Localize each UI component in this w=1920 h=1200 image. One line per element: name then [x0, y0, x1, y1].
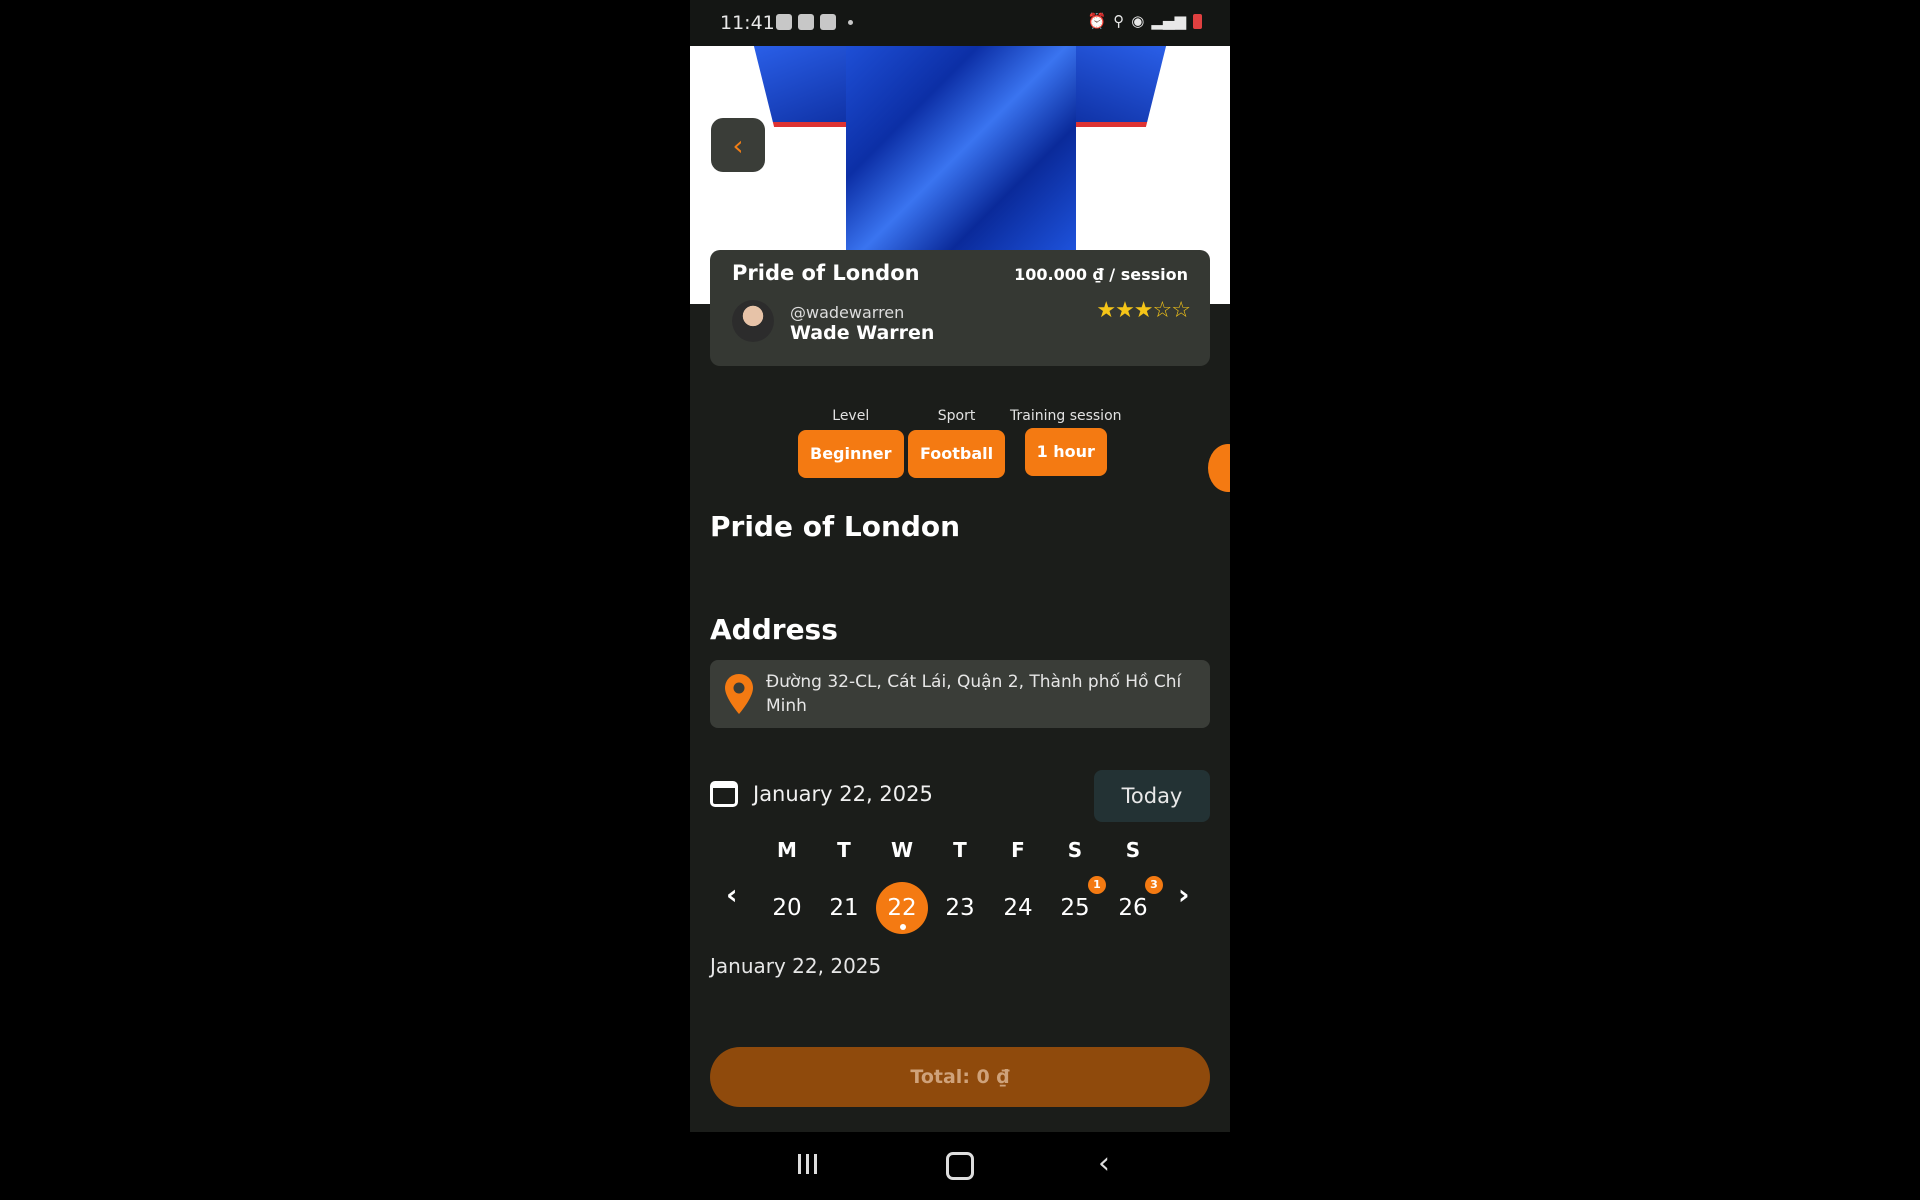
status-bar: 11:41 ⏰ ⚲ ◉ ▂▄▆: [690, 0, 1230, 46]
weekday-label: M: [777, 838, 797, 862]
weekday-label: F: [1011, 838, 1025, 862]
training-session-value[interactable]: 1 hour: [1024, 428, 1107, 476]
day-number: 24: [1003, 895, 1033, 921]
jersey-image: [846, 46, 1076, 258]
star-filled-icon: ★: [1115, 298, 1135, 323]
recent-apps-icon: [806, 1154, 809, 1174]
recent-apps-icon: [798, 1154, 801, 1174]
system-navigation-bar: ‹: [690, 1132, 1230, 1200]
weekday-label: S: [1125, 838, 1141, 862]
chevron-left-icon: ‹: [726, 878, 738, 911]
location-icon: ⚲: [1113, 12, 1125, 30]
battery-low-icon: [1193, 13, 1202, 29]
today-button[interactable]: Today: [1094, 770, 1210, 822]
selected-date: January 22, 2025: [710, 954, 882, 978]
star-filled-icon: ★: [1133, 298, 1154, 323]
system-icons: ⏰ ⚲ ◉ ▂▄▆: [1088, 12, 1202, 30]
address-text: Đường 32-CL, Cát Lái, Quận 2, Thành phố …: [766, 672, 1182, 716]
notification-icon: [776, 14, 792, 30]
alarm-icon: ⏰: [1087, 12, 1107, 30]
day-number: 25: [1060, 895, 1090, 921]
status-time: 11:41: [720, 12, 775, 34]
selected-indicator-dot: [900, 924, 906, 930]
back-button[interactable]: ‹: [711, 118, 765, 172]
current-date: January 22, 2025: [753, 782, 933, 806]
event-count-badge: 3: [1145, 876, 1163, 894]
next-week-button[interactable]: ›: [1178, 878, 1190, 911]
recent-apps-icon: [814, 1154, 817, 1174]
star-empty-icon: ☆: [1152, 298, 1173, 323]
day-number: 22: [887, 895, 917, 921]
sport-tag: Sport Football: [908, 408, 1006, 478]
notification-icon: [820, 14, 836, 30]
hotspot-icon: ◉: [1131, 12, 1145, 30]
price-per-session: 100.000 ₫ / session: [1014, 265, 1188, 284]
level-tag: Level Beginner: [798, 408, 904, 478]
address-title: Address: [710, 613, 838, 646]
weekday-label: T: [837, 838, 851, 862]
total-book-button[interactable]: Total: 0 ₫: [710, 1047, 1210, 1107]
avatar[interactable]: [732, 300, 774, 342]
previous-week-button[interactable]: ‹: [726, 878, 738, 911]
coach-name: Wade Warren: [790, 322, 935, 344]
weekday-label: T: [953, 838, 967, 862]
course-title: Pride of London: [732, 261, 920, 285]
calendar-icon[interactable]: [710, 781, 738, 807]
notification-icon: [798, 14, 814, 30]
signal-icon: ▂▄▆: [1151, 12, 1186, 30]
location-pin-icon: [725, 674, 753, 714]
home-button[interactable]: [946, 1152, 974, 1180]
sport-value[interactable]: Football: [908, 430, 1006, 478]
calendar-day[interactable]: 23: [934, 882, 986, 934]
calendar-day-selected[interactable]: 22: [876, 882, 928, 934]
coach-handle: @wadewarren: [790, 303, 905, 322]
week-calendar: M T W T F S S ‹ › 20 21 22 23 24 25 26 1…: [690, 838, 1230, 938]
training-session-label: Training session: [1010, 408, 1122, 424]
description-title: Pride of London: [710, 510, 961, 543]
address-box[interactable]: Đường 32-CL, Cát Lái, Quận 2, Thành phố …: [710, 660, 1210, 728]
phone-screen: 11:41 ⏰ ⚲ ◉ ▂▄▆ ‹ Pride of London 100.00…: [690, 0, 1230, 1200]
coach-info-card: Pride of London 100.000 ₫ / session @wad…: [710, 250, 1210, 366]
system-back-button[interactable]: ‹: [1098, 1146, 1110, 1181]
day-number: 23: [945, 895, 975, 921]
calendar-day[interactable]: 24: [992, 882, 1044, 934]
star-empty-icon: ☆: [1171, 298, 1191, 323]
weekday-label: S: [1067, 838, 1083, 862]
floating-action-button[interactable]: [1208, 444, 1230, 492]
day-number: 20: [772, 895, 802, 921]
day-number: 21: [829, 895, 859, 921]
recent-apps-button[interactable]: [798, 1154, 820, 1176]
calendar-day[interactable]: 20: [761, 882, 813, 934]
notification-icons: [776, 14, 853, 30]
date-header: January 22, 2025 Today: [710, 770, 1210, 822]
training-session-tag: Training session 1 hour: [1010, 408, 1122, 476]
star-filled-icon: ★: [1096, 298, 1116, 323]
chevron-right-icon: ›: [1178, 878, 1190, 911]
back-chevron-icon: ‹: [1098, 1146, 1110, 1181]
rating-stars: ★★★☆☆: [1096, 298, 1191, 323]
day-number: 26: [1118, 895, 1148, 921]
level-label: Level: [832, 408, 870, 424]
event-count-badge: 1: [1088, 876, 1106, 894]
sport-label: Sport: [937, 408, 976, 424]
calendar-day[interactable]: 21: [818, 882, 870, 934]
level-value[interactable]: Beginner: [798, 430, 904, 478]
more-notifications-dot: [848, 20, 853, 25]
weekday-label: W: [890, 838, 914, 862]
chevron-left-icon: ‹: [732, 128, 744, 162]
